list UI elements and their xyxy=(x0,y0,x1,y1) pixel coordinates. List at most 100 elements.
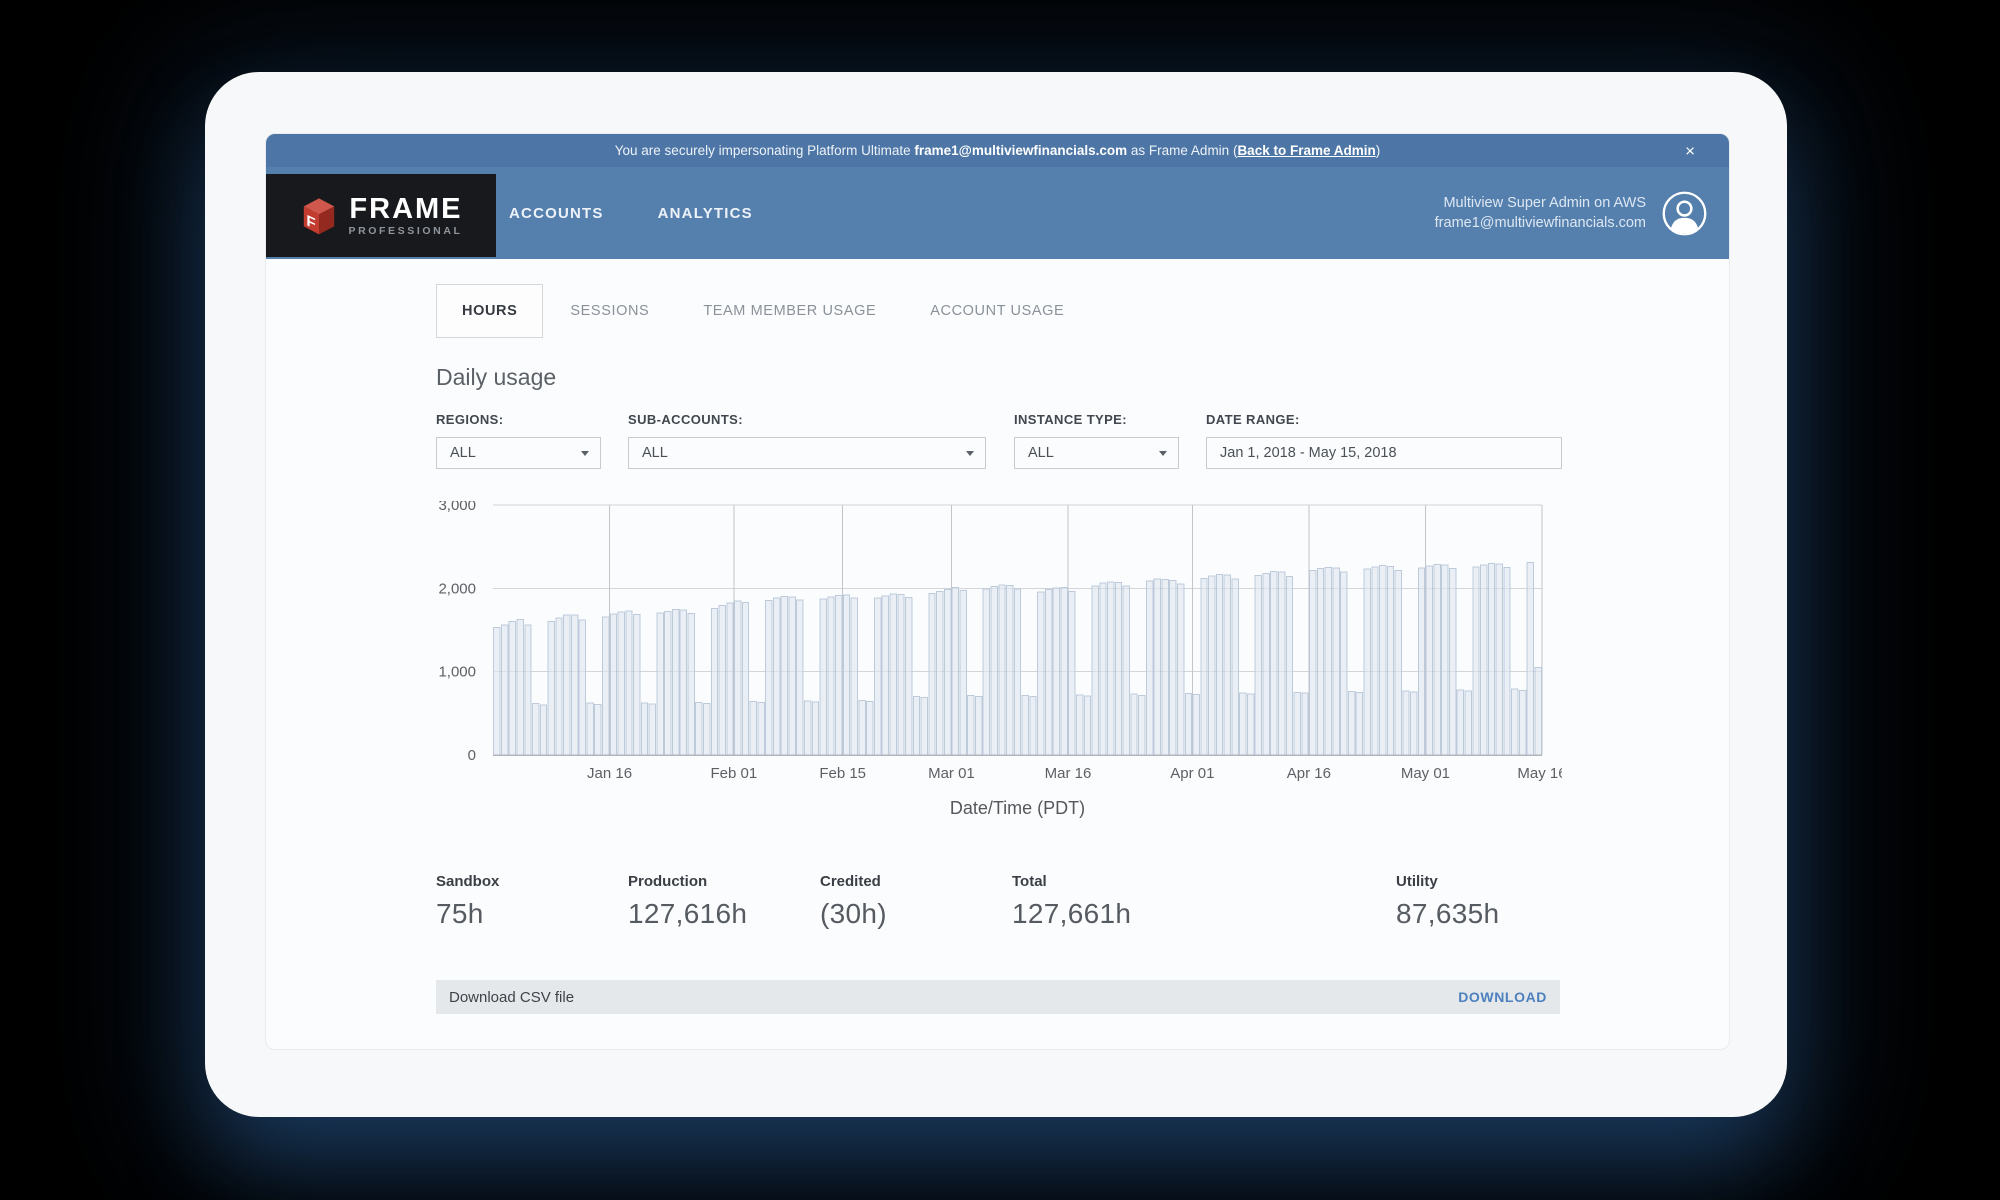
usage-bar xyxy=(1526,561,1535,756)
user-info[interactable]: Multiview Super Admin on AWS frame1@mult… xyxy=(1435,167,1708,259)
usage-bar xyxy=(1262,572,1270,756)
user-email: frame1@multiviewfinancials.com xyxy=(1434,215,1646,231)
user-role: Multiview Super Admin on AWS xyxy=(1443,195,1646,211)
instance-type-select[interactable]: ALL xyxy=(1014,437,1179,469)
usage-bar xyxy=(609,613,618,756)
sub-accounts-select[interactable]: ALL xyxy=(628,437,986,469)
download-button[interactable]: DOWNLOAD xyxy=(1458,989,1547,1005)
y-tick-label: 3,000 xyxy=(438,501,476,514)
frame-cube-icon: F xyxy=(304,197,335,234)
usage-bar xyxy=(1394,569,1402,756)
usage-bar xyxy=(640,702,649,756)
usage-bar xyxy=(1037,591,1045,756)
usage-bar xyxy=(1215,573,1224,756)
stat-value: (30h) xyxy=(820,898,887,929)
usage-bar xyxy=(1324,566,1333,756)
tab-hours[interactable]: HOURS xyxy=(436,284,544,338)
usage-bar xyxy=(1161,579,1169,756)
usage-bar xyxy=(726,602,734,756)
usage-bar xyxy=(1464,690,1472,756)
nav-links: ACCOUNTS ANALYTICS xyxy=(509,167,753,259)
x-tick-label: Mar 16 xyxy=(1045,765,1092,782)
frame-logo-letter: F xyxy=(307,212,316,233)
usage-bar xyxy=(1410,691,1418,756)
usage-bar xyxy=(959,589,967,756)
nav-link-accounts[interactable]: ACCOUNTS xyxy=(509,205,604,222)
logo-subtitle: PROFESSIONAL xyxy=(348,225,463,237)
usage-bar xyxy=(633,613,641,756)
usage-bar xyxy=(586,702,594,756)
usage-bar xyxy=(873,597,882,756)
close-icon[interactable]: × xyxy=(1685,142,1695,159)
usage-bar xyxy=(524,624,532,756)
stat-label: Utility xyxy=(1396,873,1438,890)
usage-bar xyxy=(1534,666,1542,756)
x-tick-label: Jan 16 xyxy=(587,765,632,782)
frame-logo[interactable]: F FRAME PROFESSIONAL xyxy=(266,174,496,257)
tab-account-usage[interactable]: ACCOUNT USAGE xyxy=(903,284,1091,338)
usage-bar xyxy=(734,600,742,756)
usage-bar xyxy=(1006,584,1014,756)
usage-bar xyxy=(508,621,517,756)
usage-bar xyxy=(656,612,664,756)
usage-bar xyxy=(1013,588,1022,756)
tab-team-member-usage[interactable]: TEAM MEMBER USAGE xyxy=(676,284,903,338)
usage-bar xyxy=(905,596,913,756)
usage-bar xyxy=(1511,688,1519,756)
usage-bar xyxy=(679,609,688,756)
usage-bar xyxy=(796,599,804,756)
usage-bar xyxy=(1433,563,1441,756)
nav-link-analytics[interactable]: ANALYTICS xyxy=(658,205,753,222)
usage-bar xyxy=(570,614,579,756)
usage-bar xyxy=(493,627,501,756)
usage-bar xyxy=(1138,695,1146,756)
usage-bar xyxy=(897,594,905,756)
usage-summary: Sandbox 75h Production 127,616h Credited (30h… xyxy=(436,873,1560,955)
usage-bar xyxy=(1332,567,1340,756)
usage-bar xyxy=(1099,582,1107,756)
stat-value: 127,661h xyxy=(1012,898,1132,929)
daily-usage-chart: 0 1,000 2,000 3,000 Jan 16 Feb 01 Feb 15 Mar 01… xyxy=(438,501,1562,818)
stat-value: 75h xyxy=(436,898,484,929)
x-tick-label: Feb 15 xyxy=(819,765,866,782)
usage-bar xyxy=(1107,581,1115,756)
usage-bar xyxy=(1231,578,1239,756)
filter-date-range: DATE RANGE: Jan 1, 2018 - May 15, 2018 xyxy=(1206,412,1562,469)
instance-type-label: INSTANCE TYPE: xyxy=(1014,412,1127,427)
usage-bar xyxy=(1347,691,1356,756)
usage-bar xyxy=(671,608,680,756)
usage-bar xyxy=(1309,570,1317,756)
impersonation-message: You are securely impersonating Platform … xyxy=(615,143,1380,158)
usage-bar xyxy=(772,597,781,756)
usage-bar xyxy=(819,598,827,756)
regions-select[interactable]: ALL xyxy=(436,437,601,469)
stat-label: Production xyxy=(628,873,708,890)
chevron-down-icon xyxy=(1159,451,1167,456)
page-title: Daily usage xyxy=(436,364,557,390)
usage-bar xyxy=(858,700,866,756)
usage-bar xyxy=(1363,568,1371,756)
y-tick-label: 2,000 xyxy=(438,580,476,597)
date-range-input[interactable]: Jan 1, 2018 - May 15, 2018 xyxy=(1206,437,1562,469)
chevron-down-icon xyxy=(581,451,589,456)
usage-bar xyxy=(1200,577,1208,756)
usage-bar xyxy=(1083,695,1092,756)
stat-value: 87,635h xyxy=(1396,898,1500,929)
usage-bar xyxy=(1239,692,1247,756)
stat-value: 127,616h xyxy=(628,898,748,929)
tab-sessions[interactable]: SESSIONS xyxy=(543,284,676,338)
user-avatar-icon xyxy=(1662,191,1707,235)
back-to-frame-admin-link[interactable]: Back to Frame Admin xyxy=(1237,143,1375,158)
usage-bar xyxy=(1293,691,1301,756)
usage-bar xyxy=(974,696,983,756)
filter-regions: REGIONS: ALL xyxy=(436,412,601,469)
y-tick-label: 0 xyxy=(468,747,476,764)
x-tick-label: Mar 01 xyxy=(928,765,975,782)
stat-label: Sandbox xyxy=(436,873,500,890)
usage-bar xyxy=(563,614,571,756)
usage-bar xyxy=(1278,571,1286,756)
usage-bar xyxy=(765,599,773,756)
usage-bar xyxy=(578,619,587,756)
usage-bar xyxy=(928,592,936,756)
usage-bar xyxy=(1495,563,1503,756)
